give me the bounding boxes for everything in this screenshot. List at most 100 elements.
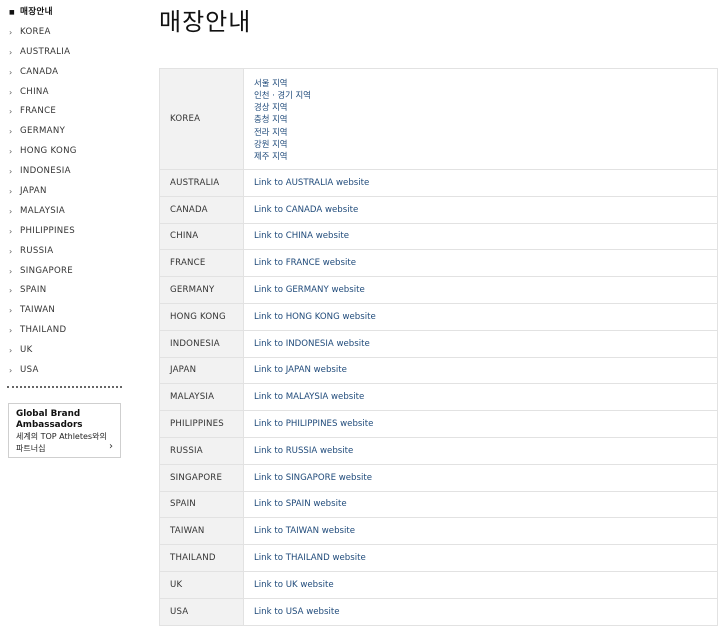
square-bullet-icon: ■ <box>9 9 15 16</box>
country-website-link[interactable]: Link to RUSSIA website <box>254 446 353 456</box>
country-website-link[interactable]: Link to UK website <box>254 580 334 590</box>
country-website-link[interactable]: Link to PHILIPPINES website <box>254 419 373 429</box>
link-cell: Link to MALAYSIA website <box>243 383 718 412</box>
table-row: THAILAND Link to THAILAND website <box>159 544 718 572</box>
sidebar-item-russia[interactable]: › RUSSIA <box>0 242 124 262</box>
sidebar-item-label: SPAIN <box>20 285 47 296</box>
link-cell: Link to AUSTRALIA website <box>243 169 718 197</box>
sidebar-divider <box>7 386 122 388</box>
sidebar: ■ 매장안내 › KOREA › AUSTRALIA › CANADA › CHINA › FRA… <box>0 0 124 458</box>
country-website-link[interactable]: Link to MALAYSIA website <box>254 392 364 402</box>
link-cell: Link to GERMANY website <box>243 276 718 304</box>
ambassador-banner[interactable]: Global Brand Ambassadors 세계의 TOP Athlete… <box>8 403 121 458</box>
chevron-right-icon: › <box>9 366 13 376</box>
table-row: USA Link to USA website <box>159 597 718 626</box>
country-cell: INDONESIA <box>159 329 244 358</box>
sidebar-item-label: RUSSIA <box>20 245 54 256</box>
country-cell: MALAYSIA <box>159 383 244 412</box>
country-cell: PHILIPPINES <box>159 410 244 438</box>
sidebar-item-philippines[interactable]: › PHILIPPINES <box>0 222 124 242</box>
country-cell-korea: KOREA <box>159 68 244 170</box>
chevron-right-icon: › <box>9 107 13 117</box>
sidebar-item-japan[interactable]: › JAPAN <box>0 182 124 202</box>
country-cell: AUSTRALIA <box>159 169 244 197</box>
sidebar-item-label: 매장안내 <box>20 7 53 17</box>
korea-region-link[interactable]: 충청 지역 <box>254 113 717 125</box>
sidebar-nav: ■ 매장안내 › KOREA › AUSTRALIA › CANADA › CHINA › FRA… <box>0 0 124 381</box>
korea-region-link[interactable]: 강원 지역 <box>254 138 717 150</box>
link-cell: Link to SINGAPORE website <box>243 463 718 492</box>
ambassador-subtitle-line2: 파트너십 <box>16 444 46 454</box>
country-website-link[interactable]: Link to INDONESIA website <box>254 339 370 349</box>
link-cell: Link to HONG KONG website <box>243 302 718 331</box>
sidebar-item-uk[interactable]: › UK <box>0 341 124 361</box>
country-website-link[interactable]: Link to AUSTRALIA website <box>254 178 369 188</box>
country-cell: SPAIN <box>159 490 244 519</box>
sidebar-item-france[interactable]: › FRANCE <box>0 102 124 122</box>
korea-region-link[interactable]: 인천 · 경기 지역 <box>254 89 717 101</box>
link-cell: Link to RUSSIA website <box>243 436 718 465</box>
table-row: GERMANY Link to GERMANY website <box>159 276 718 304</box>
store-table: KOREA 서울 지역 인천 · 경기 지역 경상 지역 충청 지역 전라 지역 강원 지… <box>159 68 718 626</box>
country-website-link[interactable]: Link to CANADA website <box>254 205 358 215</box>
korea-region-link[interactable]: 제주 지역 <box>254 150 717 162</box>
sidebar-item-canada[interactable]: › CANADA <box>0 63 124 83</box>
korea-regions-cell: 서울 지역 인천 · 경기 지역 경상 지역 충청 지역 전라 지역 강원 지역 제주 지역 <box>243 68 718 170</box>
table-row: FRANCE Link to FRANCE website <box>159 249 718 278</box>
chevron-right-icon: › <box>9 27 13 37</box>
country-website-link[interactable]: Link to TAIWAN website <box>254 526 355 536</box>
sidebar-item-singapore[interactable]: › SINGAPORE <box>0 262 124 282</box>
country-website-link[interactable]: Link to USA website <box>254 607 340 617</box>
country-website-link[interactable]: Link to GERMANY website <box>254 285 365 295</box>
sidebar-item-australia[interactable]: › AUSTRALIA <box>0 43 124 63</box>
sidebar-item-label: THAILAND <box>20 325 67 336</box>
sidebar-item-china[interactable]: › CHINA <box>0 83 124 103</box>
country-cell: JAPAN <box>159 356 244 385</box>
sidebar-item-label: USA <box>20 365 39 376</box>
link-cell: Link to CHINA website <box>243 222 718 251</box>
sidebar-item-label: INDONESIA <box>20 166 71 177</box>
chevron-right-icon: › <box>109 441 113 452</box>
chevron-right-icon: › <box>9 147 13 157</box>
table-row: CHINA Link to CHINA website <box>159 222 718 251</box>
link-cell: Link to PHILIPPINES website <box>243 410 718 438</box>
link-cell: Link to FRANCE website <box>243 249 718 278</box>
country-website-link[interactable]: Link to CHINA website <box>254 231 349 241</box>
country-website-link[interactable]: Link to THAILAND website <box>254 553 366 563</box>
ambassador-title-line1: Global Brand <box>16 409 81 419</box>
chevron-right-icon: › <box>9 47 13 57</box>
sidebar-item-label: MALAYSIA <box>20 205 66 216</box>
sidebar-item-korea[interactable]: › KOREA <box>0 23 124 43</box>
sidebar-item-label: HONG KONG <box>20 146 77 157</box>
table-row: SINGAPORE Link to SINGAPORE website <box>159 463 718 492</box>
chevron-right-icon: › <box>9 266 13 276</box>
chevron-right-icon: › <box>9 167 13 177</box>
sidebar-item-usa[interactable]: › USA <box>0 361 124 381</box>
korea-region-link[interactable]: 전라 지역 <box>254 126 717 138</box>
country-website-link[interactable]: Link to SINGAPORE website <box>254 473 372 483</box>
sidebar-item-label: TAIWAN <box>20 305 56 316</box>
sidebar-item-label: GERMANY <box>20 126 66 137</box>
sidebar-item-thailand[interactable]: › THAILAND <box>0 321 124 341</box>
chevron-right-icon: › <box>9 187 13 197</box>
country-website-link[interactable]: Link to JAPAN website <box>254 365 347 375</box>
country-website-link[interactable]: Link to HONG KONG website <box>254 312 376 322</box>
korea-region-link[interactable]: 경상 지역 <box>254 101 717 113</box>
country-cell: CHINA <box>159 222 244 251</box>
chevron-right-icon: › <box>9 286 13 296</box>
sidebar-item-store-info[interactable]: ■ 매장안내 <box>0 3 124 23</box>
sidebar-item-indonesia[interactable]: › INDONESIA <box>0 162 124 182</box>
chevron-right-icon: › <box>9 346 13 356</box>
table-row: CANADA Link to CANADA website <box>159 195 718 224</box>
table-row: RUSSIA Link to RUSSIA website <box>159 436 718 465</box>
sidebar-item-spain[interactable]: › SPAIN <box>0 281 124 301</box>
country-website-link[interactable]: Link to FRANCE website <box>254 258 356 268</box>
country-cell: SINGAPORE <box>159 463 244 492</box>
sidebar-item-hong-kong[interactable]: › HONG KONG <box>0 142 124 162</box>
sidebar-item-germany[interactable]: › GERMANY <box>0 122 124 142</box>
sidebar-item-malaysia[interactable]: › MALAYSIA <box>0 202 124 222</box>
table-row: TAIWAN Link to TAIWAN website <box>159 517 718 546</box>
korea-region-link[interactable]: 서울 지역 <box>254 77 717 89</box>
country-website-link[interactable]: Link to SPAIN website <box>254 499 347 509</box>
sidebar-item-taiwan[interactable]: › TAIWAN <box>0 301 124 321</box>
